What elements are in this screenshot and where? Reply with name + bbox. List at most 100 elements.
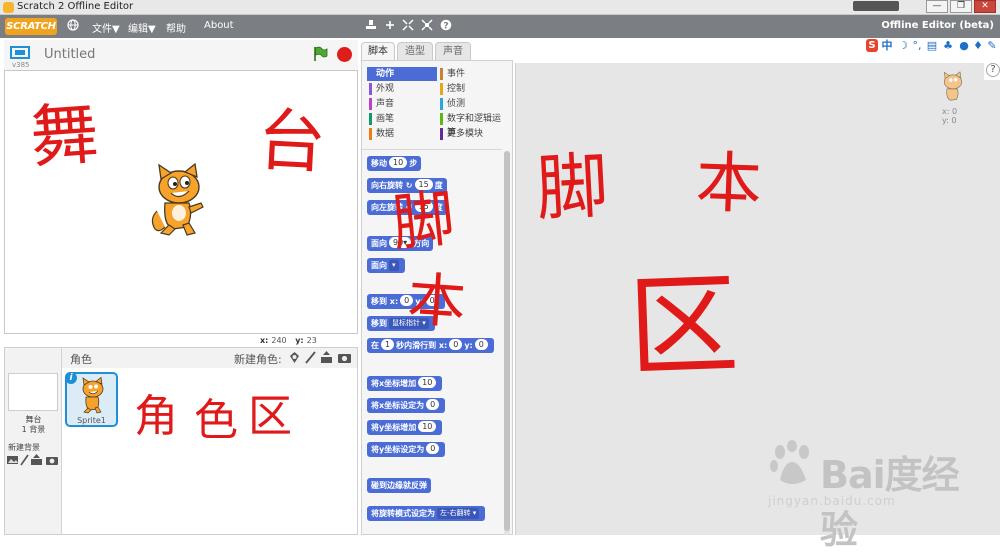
new-sprite-label: 新建角色: bbox=[234, 353, 282, 366]
minimize-button[interactable]: — bbox=[926, 0, 948, 13]
move-steps-block[interactable]: 移动 10 步 bbox=[367, 156, 422, 171]
palette-scrollbar[interactable] bbox=[504, 151, 510, 535]
tab-scripts[interactable]: 脚本 bbox=[361, 42, 395, 61]
bounce-on-edge-block[interactable]: 碰到边缘就反弹 bbox=[367, 478, 431, 493]
tray-indicator-icon bbox=[853, 1, 899, 11]
stage-header: v385 Untitled bbox=[4, 40, 358, 70]
stage[interactable] bbox=[4, 70, 358, 334]
sprite-tile[interactable]: i Sprite1 bbox=[65, 372, 118, 427]
category-events[interactable]: 事件 bbox=[438, 67, 508, 81]
paw-logo-icon bbox=[770, 440, 809, 484]
keyboard-icon[interactable]: ▤ bbox=[926, 39, 938, 52]
svg-text:?: ? bbox=[443, 21, 448, 31]
stage-thumbnail[interactable] bbox=[8, 373, 58, 411]
sprite-pane-header: 角色 新建角色: bbox=[62, 348, 357, 368]
mouse-x-label: x: bbox=[260, 336, 269, 345]
turn-right-block[interactable]: 向右旋转 ↻ 15 度 bbox=[367, 178, 447, 193]
close-button[interactable]: ✕ bbox=[974, 0, 996, 13]
file-menu[interactable]: 文件▼ bbox=[92, 20, 120, 35]
upload-backdrop-icon[interactable] bbox=[31, 454, 42, 465]
window-titlebar: Scratch 2 Offline Editor — ❐ ✕ bbox=[0, 0, 1000, 15]
green-flag-icon[interactable] bbox=[312, 46, 328, 62]
tab-costumes[interactable]: 造型 bbox=[397, 42, 433, 60]
point-in-direction-block[interactable]: 面向 90▾ 方向 bbox=[367, 236, 434, 251]
new-backdrop-tools bbox=[7, 454, 62, 466]
paint-new-backdrop-icon[interactable] bbox=[7, 456, 18, 464]
help-menu[interactable]: 帮助 bbox=[166, 20, 186, 35]
stage-selector[interactable]: 舞台 1 背景 新建背景 bbox=[5, 348, 62, 534]
shirt-icon[interactable]: ♦ bbox=[972, 39, 984, 52]
delete-cut-icon[interactable] bbox=[384, 19, 396, 31]
version-label: v385 bbox=[12, 61, 30, 69]
camera-sprite-icon[interactable] bbox=[338, 351, 351, 364]
sprites-title: 角色 bbox=[70, 353, 92, 366]
glide-block[interactable]: 在 1 秒内滑行到 x: 0 y: 0 bbox=[367, 338, 494, 353]
duplicate-stamp-icon[interactable] bbox=[365, 19, 377, 31]
point-towards-block[interactable]: 面向 ▾ bbox=[367, 258, 405, 273]
tab-sounds[interactable]: 声音 bbox=[435, 42, 471, 60]
tips-help-button[interactable]: ? bbox=[986, 63, 1000, 77]
about-menu[interactable]: About bbox=[204, 20, 234, 31]
category-control[interactable]: 控制 bbox=[438, 82, 508, 96]
turn-left-block[interactable]: 向左旋转 ↺ 15 度 bbox=[367, 200, 447, 215]
category-more-blocks[interactable]: 更多模块 bbox=[438, 127, 508, 141]
new-backdrop-label: 新建背景 bbox=[8, 443, 40, 452]
restore-button[interactable]: ❐ bbox=[950, 0, 972, 13]
project-title-field[interactable]: Untitled bbox=[44, 47, 95, 62]
punctuation-icon[interactable]: °, bbox=[911, 39, 923, 52]
globe-icon[interactable] bbox=[67, 19, 79, 31]
edition-label: Offline Editor (beta) bbox=[881, 20, 994, 31]
window-title: Scratch 2 Offline Editor bbox=[17, 1, 134, 12]
sprite-x: x: 0 bbox=[942, 107, 958, 116]
stop-icon[interactable] bbox=[337, 47, 352, 62]
cat-sprite[interactable] bbox=[147, 163, 211, 239]
camera-backdrop-icon[interactable] bbox=[46, 457, 58, 465]
mouse-y-value: 23 bbox=[306, 336, 317, 345]
editor-tabs: 脚本 造型 声音 bbox=[361, 42, 511, 61]
category-list: 动作 事件 外观 控制 声音 侦测 画笔 数字和逻辑运算 数据 更多模块 bbox=[362, 61, 512, 147]
watermark-url: jingyan.baidu.com bbox=[768, 494, 896, 508]
user-icon[interactable]: ● bbox=[958, 39, 970, 52]
scratch-logo[interactable]: SCRATCH bbox=[5, 18, 57, 35]
current-sprite-icon bbox=[943, 71, 963, 101]
menubar: SCRATCH 文件▼ 编辑▼ 帮助 About ? Offline Edito… bbox=[0, 15, 1000, 38]
grow-icon[interactable] bbox=[402, 19, 414, 31]
category-data[interactable]: 数据 bbox=[367, 127, 437, 141]
change-y-block[interactable]: 将y坐标增加 10 bbox=[367, 420, 443, 435]
block-palette: 动作 事件 外观 控制 声音 侦测 画笔 数字和逻辑运算 数据 更多模块 移动 1… bbox=[361, 60, 513, 535]
category-pen[interactable]: 画笔 bbox=[367, 112, 437, 126]
draw-backdrop-icon[interactable] bbox=[20, 454, 29, 466]
skin-icon[interactable]: ♣ bbox=[942, 39, 954, 52]
sprite-info-icon[interactable]: i bbox=[65, 372, 77, 384]
presentation-mode-icon[interactable] bbox=[10, 46, 30, 59]
palette-scroll-thumb[interactable] bbox=[504, 151, 510, 531]
app-icon bbox=[3, 2, 14, 13]
go-to-xy-block[interactable]: 移到 x: 0 y: 0 bbox=[367, 294, 445, 309]
upload-sprite-icon[interactable] bbox=[320, 351, 333, 364]
mouse-position-readout: x: 240 y: 23 bbox=[260, 336, 356, 345]
moon-icon[interactable]: ☽ bbox=[897, 39, 909, 52]
category-sensing[interactable]: 侦测 bbox=[438, 97, 508, 111]
set-x-block[interactable]: 将x坐标设定为 0 bbox=[367, 398, 446, 413]
baidu-watermark: Bai度经验 jingyan.baidu.com bbox=[762, 424, 994, 552]
paint-new-sprite-icon[interactable] bbox=[304, 351, 317, 364]
category-sound[interactable]: 声音 bbox=[367, 97, 437, 111]
shrink-icon[interactable] bbox=[421, 19, 433, 31]
motion-blocks: 移动 10 步 向右旋转 ↻ 15 度 向左旋转 ↺ 15 度 面向 90▾ 方向 面向 ▾ 移到… bbox=[362, 149, 502, 535]
set-y-block[interactable]: 将y坐标设定为 0 bbox=[367, 442, 446, 457]
set-rotation-style-block[interactable]: 将旋转模式设定为 左-右翻转 ▾ bbox=[367, 506, 486, 521]
change-x-block[interactable]: 将x坐标增加 10 bbox=[367, 376, 443, 391]
edit-menu[interactable]: 编辑▼ bbox=[128, 20, 156, 35]
backdrop-count: 1 背景 bbox=[21, 425, 46, 434]
sogou-ime-icon[interactable]: S bbox=[866, 39, 878, 52]
category-looks[interactable]: 外观 bbox=[367, 82, 437, 96]
help-icon[interactable]: ? bbox=[440, 19, 452, 31]
chinese-mode-icon[interactable]: 中 bbox=[881, 39, 893, 52]
go-to-block[interactable]: 移到 鼠标指针 ▾ bbox=[367, 316, 435, 331]
sprite-name: Sprite1 bbox=[77, 416, 106, 425]
category-motion[interactable]: 动作 bbox=[367, 67, 437, 81]
choose-sprite-from-library-icon[interactable] bbox=[288, 351, 301, 364]
category-operators[interactable]: 数字和逻辑运算 bbox=[438, 112, 508, 138]
wrench-icon[interactable]: ✎ bbox=[986, 39, 998, 52]
mouse-x-value: 240 bbox=[271, 336, 287, 345]
